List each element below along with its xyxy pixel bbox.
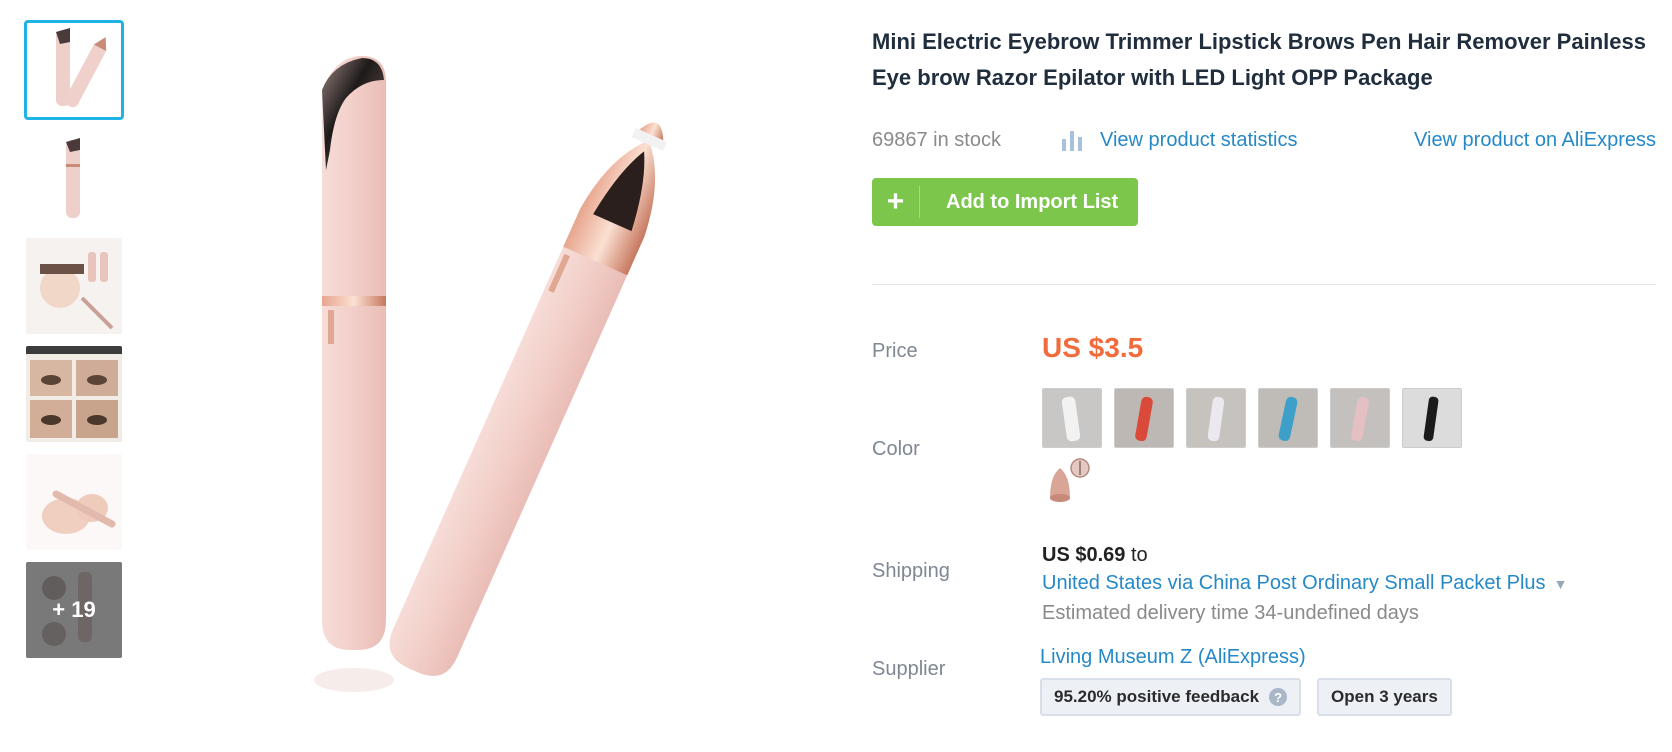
stock-count: 69867 in stock (872, 128, 1001, 151)
thumbnail-strip: + 19 (24, 20, 124, 670)
color-label: Color (872, 438, 920, 460)
shipping-label: Shipping (872, 560, 950, 582)
thumbnail-4[interactable] (26, 346, 122, 442)
price-label: Price (872, 340, 918, 362)
supplier-name-link[interactable]: Living Museum Z (AliExpress) (1040, 646, 1306, 669)
shipping-cost-suffix: to (1130, 544, 1148, 566)
color-swatch-pink[interactable] (1330, 388, 1390, 448)
delivery-estimate: Estimated delivery time 34-undefined day… (1042, 602, 1419, 624)
positive-feedback-text: 95.20% positive feedback (1054, 687, 1260, 706)
view-statistics-link[interactable]: View product statistics (1060, 129, 1298, 152)
supplier-label: Supplier (872, 658, 946, 680)
color-swatch-blue[interactable] (1258, 388, 1318, 448)
view-on-aliexpress-link[interactable]: View product on AliExpress (1414, 129, 1656, 152)
color-swatch-gray[interactable] (1186, 388, 1246, 448)
supplier-badges: 95.20% positive feedback ? Open 3 years (1040, 678, 1468, 716)
add-to-import-list-button[interactable]: + Add to Import List (872, 178, 1138, 226)
product-meta-row: 69867 in stock View product statistics V… (872, 122, 1656, 158)
color-swatch-silver[interactable] (1042, 388, 1102, 448)
shipping-method-dropdown[interactable]: United States via China Post Ordinary Sm… (1042, 572, 1567, 595)
color-swatches (1042, 388, 1474, 448)
store-age-badge: Open 3 years (1317, 678, 1452, 716)
price-value: US $3.5 (1042, 332, 1144, 363)
add-to-import-list-label: Add to Import List (946, 190, 1119, 213)
positive-feedback-badge: 95.20% positive feedback ? (1040, 678, 1302, 716)
thumbnail-2[interactable] (26, 130, 122, 226)
help-icon[interactable]: ? (1269, 688, 1288, 706)
section-divider (872, 284, 1656, 285)
more-images-count: + 19 (26, 562, 122, 658)
trimmer-cap-graphic (314, 56, 394, 692)
view-statistics-label: View product statistics (1100, 128, 1298, 151)
shipping-cost-value: US $0.69 (1042, 544, 1126, 566)
color-swatch-black[interactable] (1402, 388, 1462, 448)
chevron-down-icon: ▼ (1553, 575, 1568, 592)
shipping-cost: US $0.69 to (1042, 544, 1148, 567)
shipping-route-label: United States via China Post Ordinary Sm… (1042, 572, 1546, 594)
thumbnail-5[interactable] (26, 454, 122, 550)
trimmer-body-graphic (389, 122, 667, 676)
main-product-image[interactable] (250, 10, 810, 730)
color-swatch-replacement-head[interactable] (1042, 456, 1092, 506)
thumbnail-more[interactable]: + 19 (26, 562, 122, 658)
product-info-panel: Mini Electric Eyebrow Trimmer Lipstick B… (872, 24, 1656, 716)
bar-chart-icon (1062, 131, 1082, 151)
plus-icon: + (872, 185, 920, 218)
thumbnail-3[interactable] (26, 238, 122, 334)
color-swatch-red[interactable] (1114, 388, 1174, 448)
product-title: Mini Electric Eyebrow Trimmer Lipstick B… (872, 29, 1646, 90)
thumbnail-1[interactable] (24, 20, 124, 120)
